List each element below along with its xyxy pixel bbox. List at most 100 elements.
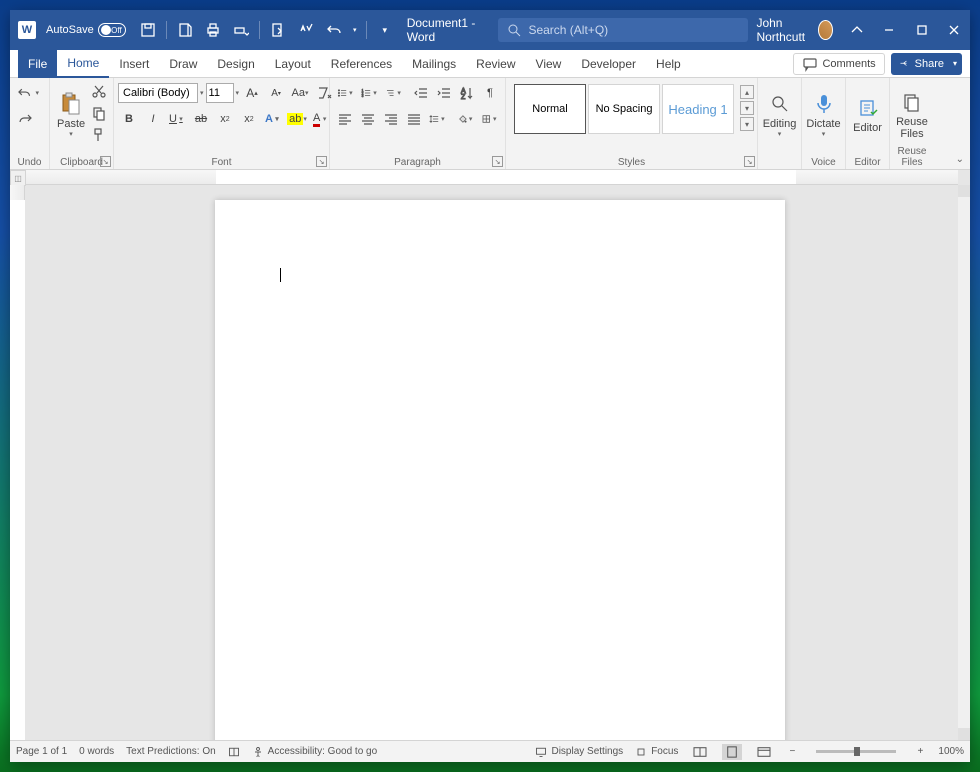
vertical-ruler[interactable] [10,185,25,740]
grow-font-button[interactable]: A▴ [241,82,263,104]
new-doc-button[interactable] [173,18,197,42]
display-settings[interactable]: Display Settings [535,746,623,758]
tab-layout[interactable]: Layout [265,50,321,78]
style-normal[interactable]: Normal [514,84,586,134]
read-mode-button[interactable] [690,744,710,760]
editing-button[interactable]: Editing▾ [762,80,797,150]
minimize-button[interactable] [873,10,905,50]
multilevel-list-button[interactable]: ▾ [382,82,405,104]
undo-ribbon-button[interactable]: ▾ [14,82,45,104]
zoom-level[interactable]: 100% [938,746,964,757]
ruler-corner[interactable]: ◫ [10,170,26,186]
font-name-dropdown[interactable]: ▾ [200,89,204,97]
styles-expand[interactable]: ▾ [740,117,754,131]
tab-draw[interactable]: Draw [159,50,207,78]
font-size-dropdown[interactable]: ▾ [236,89,240,97]
tab-developer[interactable]: Developer [571,50,646,78]
print-layout-button[interactable] [722,744,742,760]
font-name-input[interactable] [118,83,198,103]
user-account[interactable]: John Northcutt [748,16,840,44]
word-count[interactable]: 0 words [79,746,114,757]
horizontal-ruler[interactable] [26,170,958,185]
text-effects-button[interactable]: A▾ [262,108,284,130]
focus-mode[interactable]: Focus [635,746,678,758]
copy-button[interactable] [88,102,110,124]
zoom-slider-thumb[interactable] [854,747,860,756]
borders-button[interactable]: ▾ [478,108,501,130]
comments-button[interactable]: Comments [793,53,884,75]
paragraph-launcher[interactable]: ↘ [492,156,503,167]
autosave-toggle[interactable]: AutoSave Off [40,23,132,37]
maximize-button[interactable] [905,10,937,50]
styles-scroll-down[interactable]: ▾ [740,101,754,115]
style-no-spacing[interactable]: No Spacing [588,84,660,134]
strikethrough-button[interactable]: ab [190,108,212,130]
page-count[interactable]: Page 1 of 1 [16,746,67,757]
tab-view[interactable]: View [526,50,572,78]
document-page[interactable] [215,200,785,740]
redo-button[interactable] [14,108,36,130]
text-predictions[interactable]: Text Predictions: On [126,746,215,757]
sort-button[interactable]: AZ [456,82,478,104]
styles-scroll-up[interactable]: ▴ [740,85,754,99]
cut-button[interactable] [88,80,110,102]
tab-references[interactable]: References [321,50,402,78]
style-heading-1[interactable]: Heading 1 [662,84,734,134]
tab-mailings[interactable]: Mailings [402,50,466,78]
ribbon-display-options[interactable] [841,10,873,50]
share-button[interactable]: Share [891,53,962,75]
collapse-ribbon-button[interactable]: ⌄ [956,154,964,165]
zoom-in-button[interactable]: + [914,746,926,757]
dictate-button[interactable]: Dictate▾ [806,80,841,150]
save-button[interactable] [136,18,160,42]
tab-file[interactable]: File [18,50,57,78]
shrink-font-button[interactable]: A▾ [265,82,287,104]
accessibility-status[interactable]: Accessibility: Good to go [252,746,378,758]
tab-insert[interactable]: Insert [109,50,159,78]
close-button[interactable] [938,10,970,50]
quick-print-dropdown[interactable] [229,18,253,42]
font-color-button[interactable]: A▾ [310,108,332,130]
decrease-indent-button[interactable] [410,82,432,104]
qat-customize[interactable]: ▾ [373,18,397,42]
bullets-button[interactable]: ▾ [334,82,357,104]
bold-button[interactable]: B [118,108,140,130]
subscript-button[interactable]: x2 [214,108,236,130]
change-case-button[interactable]: Aa▾ [289,82,311,104]
tab-design[interactable]: Design [207,50,264,78]
justify-button[interactable] [403,108,425,130]
undo-button[interactable] [322,18,346,42]
undo-dropdown[interactable]: ▾ [350,26,360,34]
styles-launcher[interactable]: ↘ [744,156,755,167]
vertical-scrollbar[interactable] [958,185,970,740]
underline-button[interactable]: U▾ [166,108,188,130]
align-right-button[interactable] [380,108,402,130]
clipboard-launcher[interactable]: ↘ [100,156,111,167]
paste-button[interactable]: Paste▾ [54,80,88,150]
show-paragraph-marks-button[interactable]: ¶ [479,82,501,104]
search-input[interactable]: Search (Alt+Q) [498,18,748,42]
font-launcher[interactable]: ↘ [316,156,327,167]
align-center-button[interactable] [357,108,379,130]
print-button[interactable] [201,18,225,42]
numbering-button[interactable]: 123▾ [358,82,381,104]
editor-button[interactable]: Editor [850,80,885,150]
tab-home[interactable]: Home [57,50,109,78]
tab-review[interactable]: Review [466,50,525,78]
italic-button[interactable]: I [142,108,164,130]
shading-button[interactable]: ▾ [454,108,477,130]
web-layout-button[interactable] [754,744,774,760]
font-size-input[interactable] [206,83,234,103]
format-painter-button[interactable] [88,124,110,146]
zoom-slider[interactable] [816,750,896,753]
align-left-button[interactable] [334,108,356,130]
zoom-out-button[interactable]: − [786,746,798,757]
increase-indent-button[interactable] [433,82,455,104]
spellcheck-button[interactable] [294,18,318,42]
line-spacing-button[interactable]: ▾ [426,108,449,130]
tab-help[interactable]: Help [646,50,691,78]
export-button[interactable] [266,18,290,42]
superscript-button[interactable]: x2 [238,108,260,130]
language-button[interactable] [228,746,240,758]
reuse-files-button[interactable]: Reuse Files [894,80,930,150]
